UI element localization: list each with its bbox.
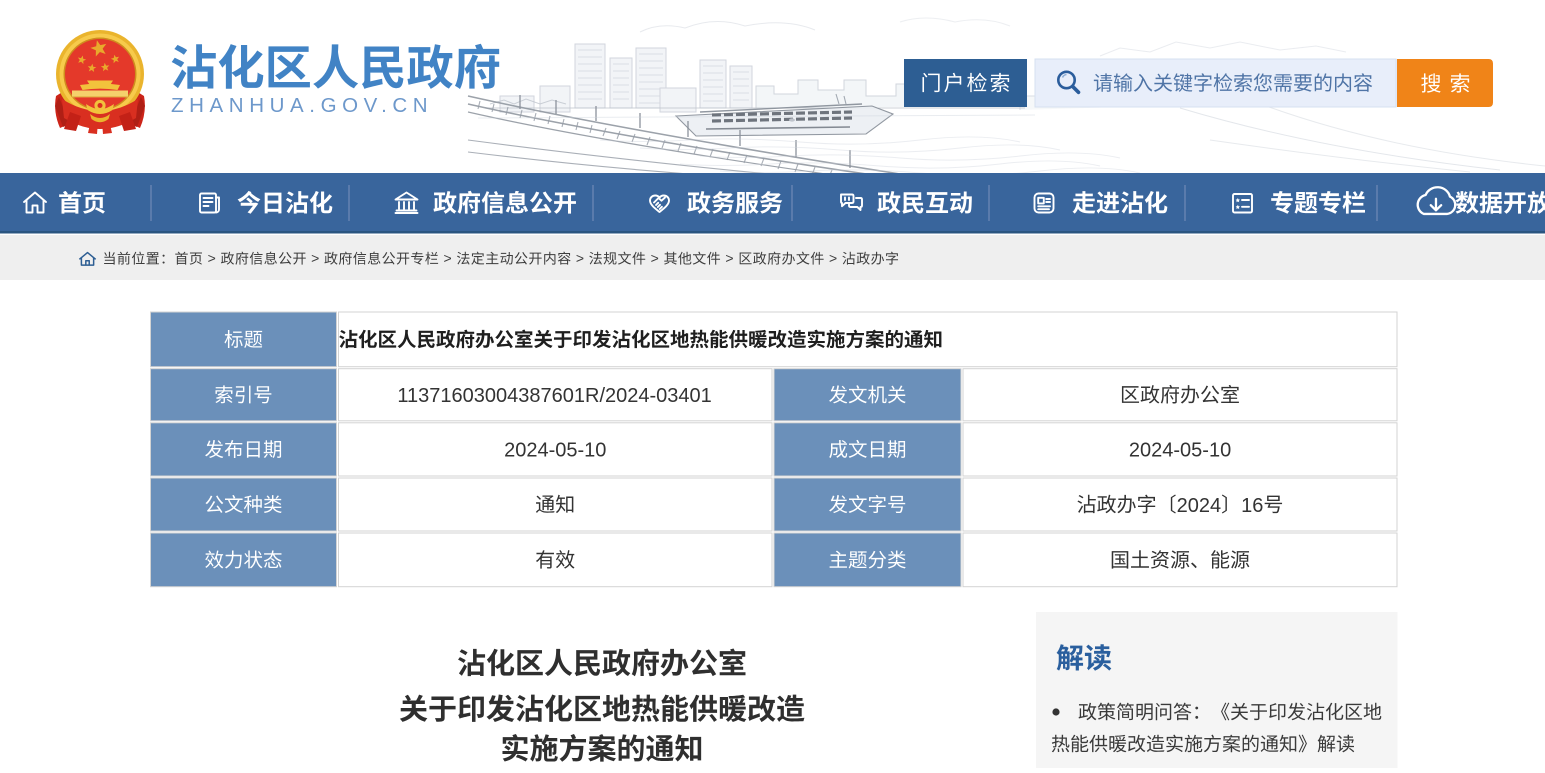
svg-text:ZHANHUA.GOV.CN: ZHANHUA.GOV.CN [171, 94, 433, 117]
svg-text:>: > [825, 250, 842, 266]
svg-text:2024: 2024 [1177, 495, 1222, 517]
svg-text:>: > [439, 250, 456, 266]
svg-text:>: > [721, 250, 738, 266]
svg-text:>: > [307, 250, 324, 266]
svg-text:16: 16 [1241, 495, 1263, 517]
svg-text:>: > [646, 250, 663, 266]
svg-text:>: > [572, 250, 589, 266]
svg-text:2024-05-10: 2024-05-10 [504, 440, 606, 462]
svg-text:11371603004387601R/2024-03401: 11371603004387601R/2024-03401 [397, 385, 711, 407]
svg-text:>: > [203, 250, 220, 266]
svg-text:2024-05-10: 2024-05-10 [1129, 440, 1231, 462]
